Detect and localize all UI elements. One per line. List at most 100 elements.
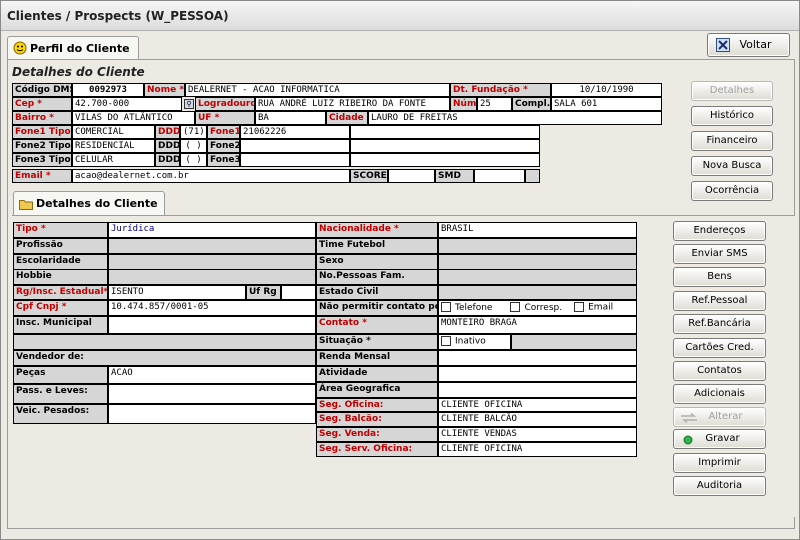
escolaridade-field[interactable] [108, 254, 316, 270]
fone2-extra-field[interactable] [350, 139, 540, 153]
auditoria-button[interactable]: Auditoria [673, 476, 766, 496]
tab-perfil-cliente[interactable]: Perfil do Cliente [7, 36, 139, 60]
no-pessoas-field[interactable] [438, 269, 637, 285]
dt-fundacao-label: Dt. Fundação * [450, 83, 551, 97]
telefone-checkbox[interactable] [441, 302, 451, 312]
hobbie-label: Hobbie [13, 269, 108, 285]
imprimir-button[interactable]: Imprimir [673, 453, 766, 473]
ref-pessoal-button[interactable]: Ref.Pessoal [673, 291, 766, 311]
seg-oficina-label: Seg. Oficina: [316, 398, 438, 412]
time-futebol-label: Time Futebol [316, 238, 438, 254]
cidade-field[interactable]: LAURO DE FREITAS [368, 111, 662, 125]
atividade-field[interactable] [438, 366, 637, 382]
gravar-label: Gravar [705, 433, 740, 444]
smd-field[interactable] [474, 169, 525, 183]
gravar-button[interactable]: Gravar [673, 429, 766, 449]
pass-leves-label: Pass. e Leves: [13, 384, 108, 404]
score-field[interactable] [388, 169, 435, 183]
fone3-extra-field[interactable] [350, 153, 540, 167]
fone2-ddd-field[interactable]: ( ) [180, 139, 207, 153]
codigo-dms-field[interactable]: 0092973 [72, 83, 144, 97]
main-window: Clientes / Prospects (W_PESSOA) Perfil d… [0, 0, 800, 540]
tipo-field[interactable]: Jurídica [108, 222, 316, 238]
seg-oficina-field[interactable]: CLIENTE OFICINA [438, 398, 637, 412]
smd-label: SMD [435, 169, 474, 183]
email-field[interactable]: acao@dealernet.com.br [72, 169, 350, 183]
email-checkbox[interactable] [574, 302, 585, 312]
bens-button[interactable]: Bens [673, 267, 766, 287]
fone1-tipo-field[interactable]: COMERCIAL [72, 125, 155, 139]
adicionais-button[interactable]: Adicionais [673, 384, 766, 404]
close-x-icon [716, 38, 730, 52]
cpf-cnpj-field[interactable]: 10.474.857/0001-05 [108, 300, 316, 316]
cep-field[interactable]: 42.700-000 [72, 97, 182, 111]
historico-button[interactable]: Histórico [691, 106, 773, 126]
renda-label: Renda Mensal [316, 350, 438, 366]
hobbie-field[interactable] [108, 269, 316, 285]
bairro-label: Bairro * [12, 111, 72, 125]
area-field[interactable] [438, 382, 637, 398]
cartoes-cred-button[interactable]: Cartões Cred. [673, 338, 766, 358]
email-label: Email * [12, 169, 72, 183]
bairro-field[interactable]: VILAS DO ATLÂNTICO [72, 111, 195, 125]
estado-civil-field[interactable] [438, 285, 637, 300]
escolaridade-label: Escolaridade [13, 254, 108, 270]
contatos-button[interactable]: Contatos [673, 361, 766, 381]
cidade-label: Cidade * [326, 111, 368, 125]
logradouro-label: Logradouro* [195, 97, 255, 111]
voltar-label: Voltar [739, 38, 772, 51]
sexo-field[interactable] [438, 254, 637, 270]
enderecos-button[interactable]: Endereços [673, 221, 766, 241]
detalhes-button[interactable]: Detalhes [691, 81, 773, 101]
seg-balcao-field[interactable]: CLIENTE BALCÃO [438, 412, 637, 427]
fone1-ddd-label: DDD [155, 125, 180, 139]
tab-label: Perfil do Cliente [30, 42, 130, 55]
pecas-field[interactable]: ACAO [108, 366, 316, 384]
enviar-sms-button[interactable]: Enviar SMS [673, 244, 766, 264]
inativo-checkbox[interactable] [441, 336, 451, 346]
situacao-extra [511, 334, 637, 350]
situacao-field: Inativo [438, 334, 511, 350]
profissao-field[interactable] [108, 238, 316, 254]
nacionalidade-field[interactable]: BRASIL [438, 222, 637, 238]
financeiro-button[interactable]: Financeiro [691, 131, 773, 151]
uf-field[interactable]: BA [255, 111, 326, 125]
fone1-field[interactable]: 21062226 [240, 125, 350, 139]
pass-leves-field[interactable] [108, 384, 316, 404]
contato-field[interactable]: MONTEIRO BRAGA [438, 316, 637, 334]
nova-busca-button[interactable]: Nova Busca [691, 156, 773, 176]
fone1-extra-field[interactable] [350, 125, 540, 139]
alterar-button[interactable]: Alterar [673, 407, 766, 427]
rg-field[interactable]: ISENTO [108, 285, 246, 300]
compl-field[interactable]: SALA 601 [551, 97, 662, 111]
uf-rg-field[interactable] [281, 285, 316, 300]
telefone-option-label: Telefone [455, 302, 493, 313]
fone1-ddd-field[interactable]: (71) [180, 125, 207, 139]
cep-search-icon[interactable]: ⚲ [184, 99, 194, 109]
insc-municipal-field[interactable] [108, 316, 316, 334]
fone3-tipo-label: Fone3 Tipo [12, 153, 72, 167]
fone3-ddd-field[interactable]: ( ) [180, 153, 207, 167]
fone3-field[interactable] [240, 153, 350, 167]
seg-venda-field[interactable]: CLIENTE VENDAS [438, 427, 637, 442]
fone3-label: Fone3 [207, 153, 240, 167]
corresp-option-label: Corresp. [524, 302, 563, 313]
fone2-field[interactable] [240, 139, 350, 153]
tipo-label: Tipo * [13, 222, 108, 238]
time-futebol-field[interactable] [438, 238, 637, 254]
tab-detalhes-cliente[interactable]: Detalhes do Cliente [13, 191, 165, 216]
veic-pesados-field[interactable] [108, 404, 316, 424]
seg-serv-oficina-field[interactable]: CLIENTE OFICINA [438, 442, 637, 457]
ocorrencia-button[interactable]: Ocorrência [691, 181, 773, 201]
nome-field[interactable]: DEALERNET - ACAO INFORMATICA [185, 83, 450, 97]
corresp-checkbox[interactable] [510, 302, 521, 312]
email-option-label: Email [588, 302, 614, 313]
fone3-tipo-field[interactable]: CELULAR [72, 153, 155, 167]
dt-fundacao-field[interactable]: 10/10/1990 [551, 83, 662, 97]
renda-field[interactable] [438, 350, 637, 366]
num-field[interactable]: 25 [477, 97, 512, 111]
logradouro-field[interactable]: RUA ANDRÉ LUIZ RIBEIRO DA FONTE [255, 97, 450, 111]
voltar-button[interactable]: Voltar [707, 33, 790, 57]
fone2-tipo-field[interactable]: RESIDENCIAL [72, 139, 155, 153]
ref-bancaria-button[interactable]: Ref.Bancária [673, 314, 766, 334]
